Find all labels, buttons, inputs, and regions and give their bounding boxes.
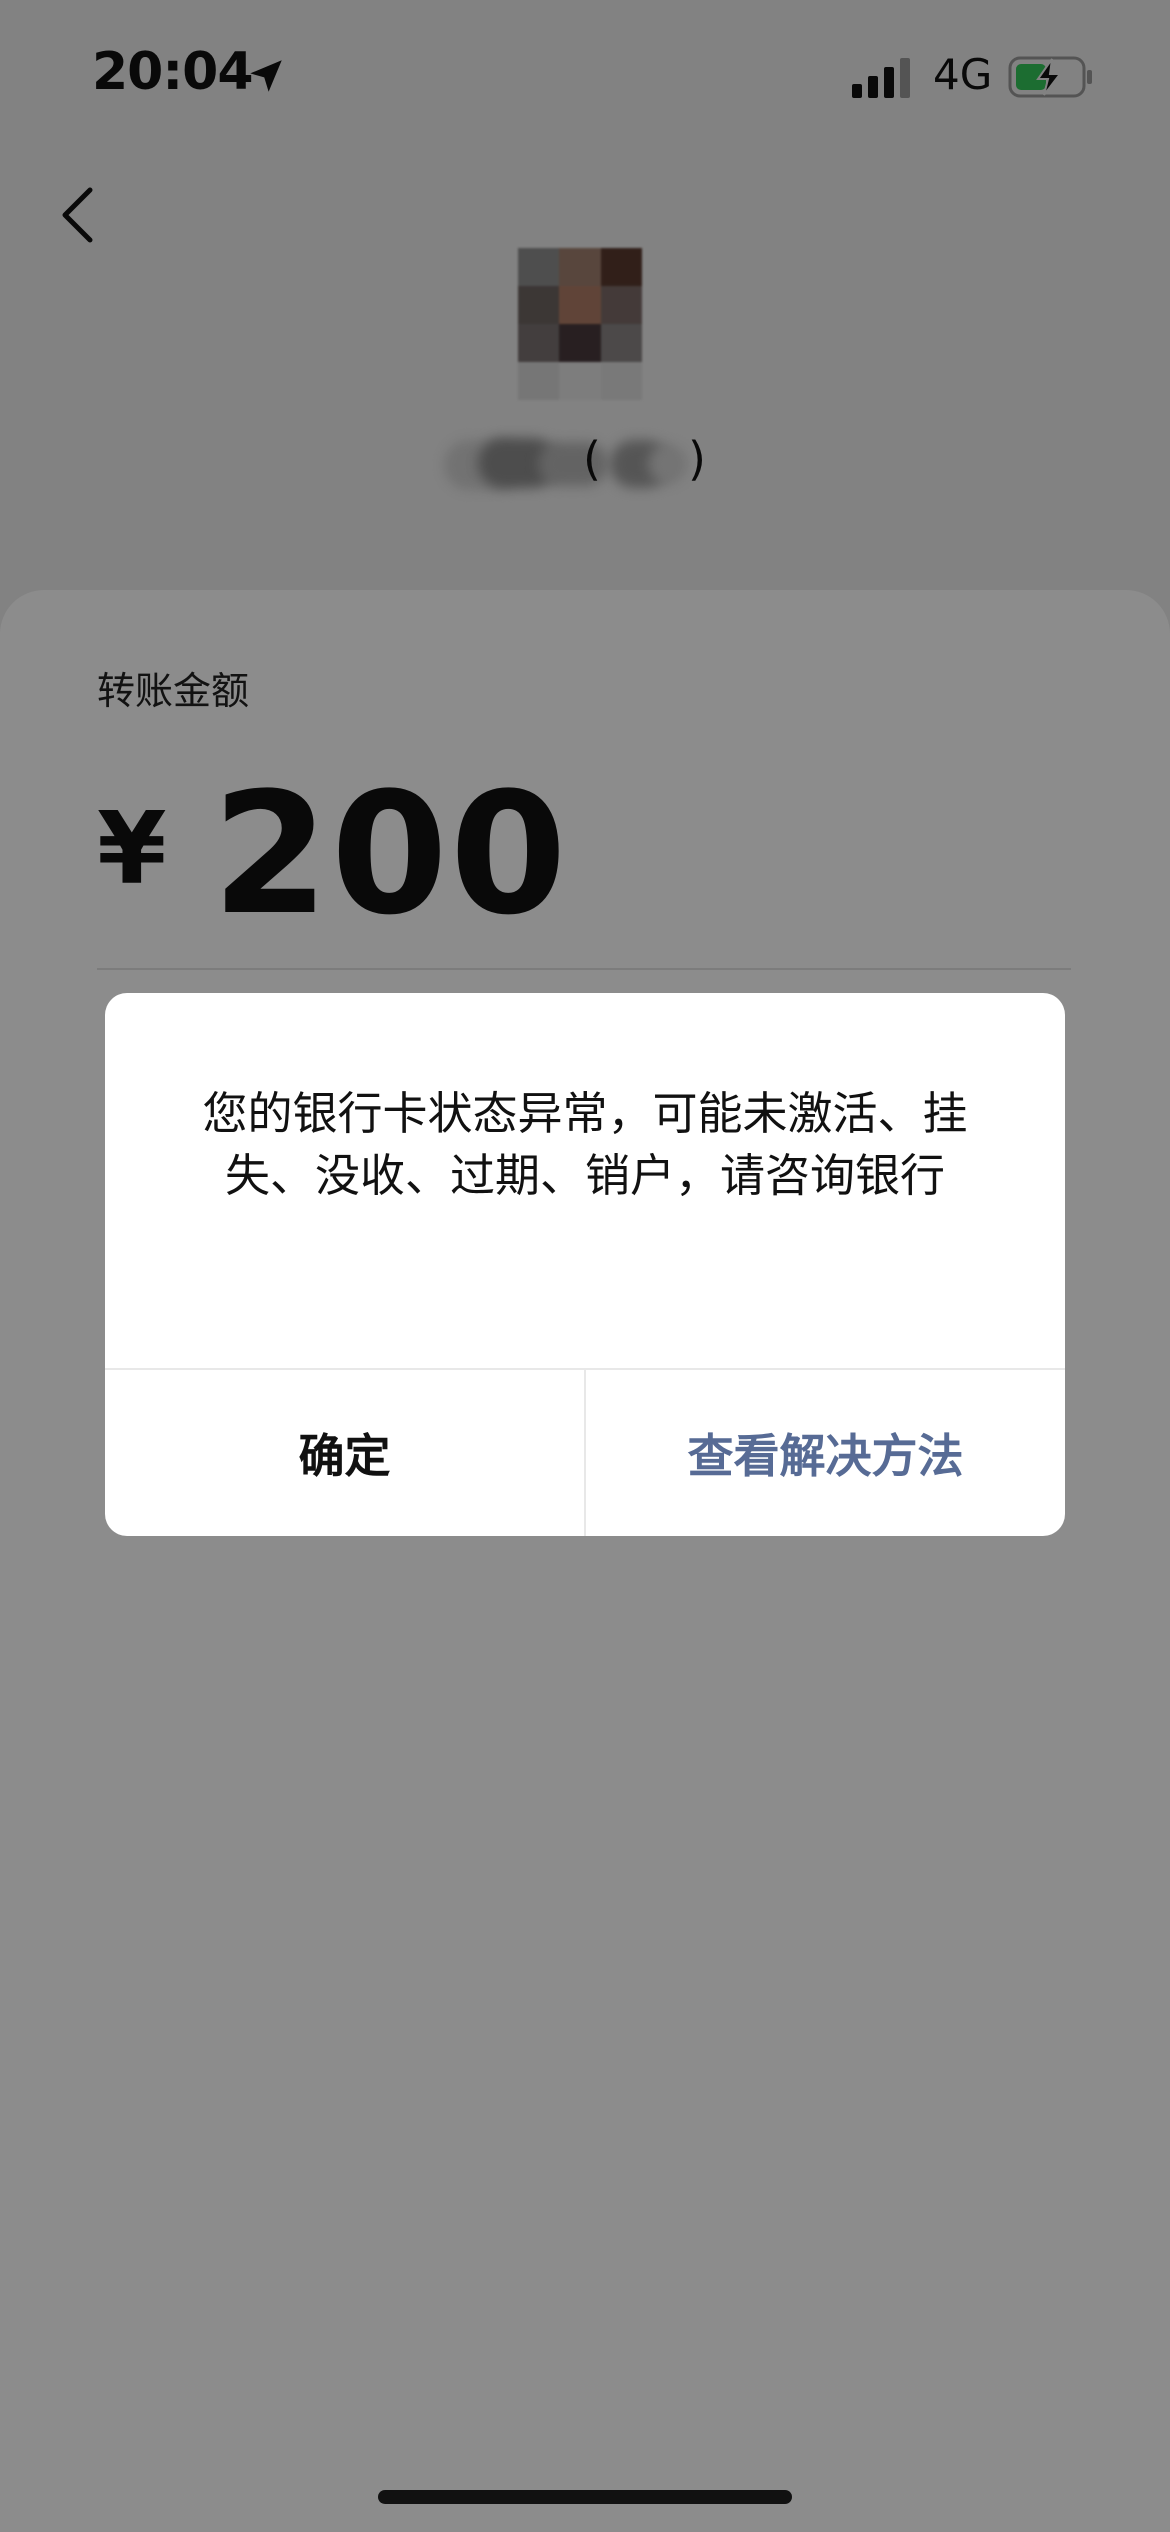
dialog-message: 您的银行卡状态异常，可能未激活、挂失、没收、过期、销户，请咨询银行	[202, 1087, 968, 1202]
home-indicator[interactable]	[378, 2490, 792, 2504]
confirm-button[interactable]: 确定	[105, 1370, 584, 1536]
view-solution-button[interactable]: 查看解决方法	[586, 1370, 1065, 1536]
alert-dialog: 您的银行卡状态异常，可能未激活、挂失、没收、过期、销户，请咨询银行 确定 查看解…	[105, 993, 1065, 1536]
